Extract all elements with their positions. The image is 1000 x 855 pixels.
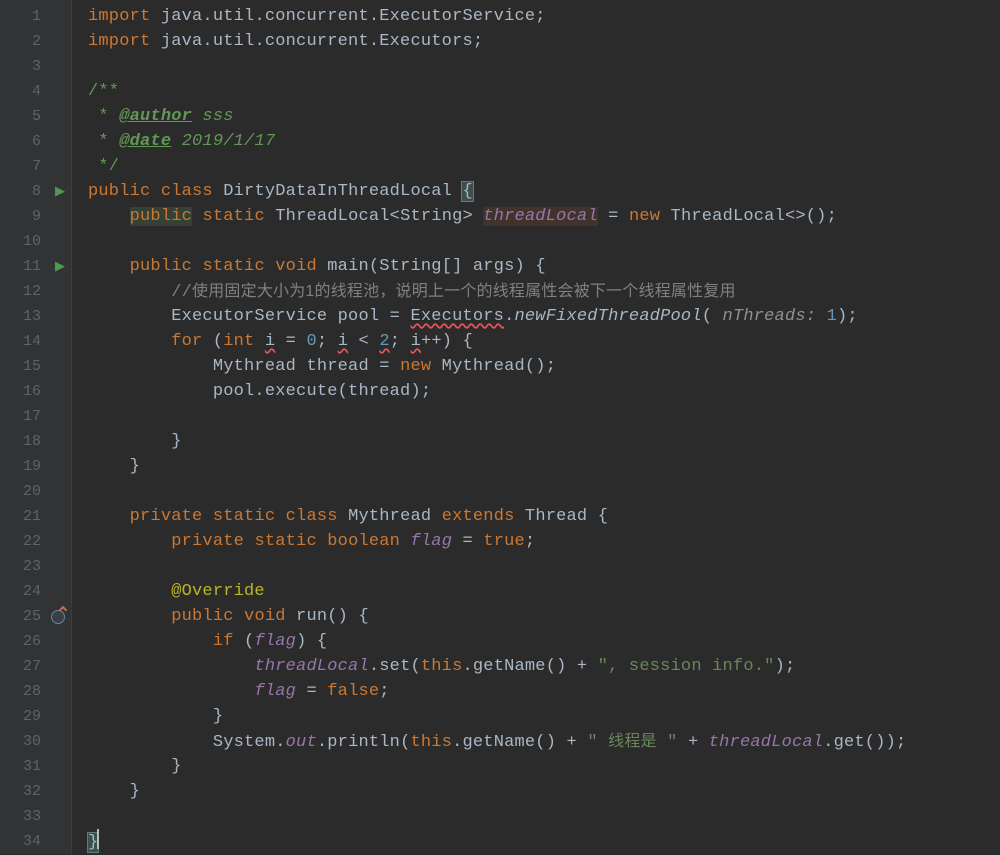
line-number[interactable]: 30 xyxy=(0,729,71,754)
code-line[interactable]: for (int i = 0; i < 2; i++) { xyxy=(88,329,1000,354)
line-number[interactable]: 3 xyxy=(0,54,71,79)
code-line[interactable]: threadLocal.set(this.getName() + ", sess… xyxy=(88,654,1000,679)
line-number[interactable]: 9 xyxy=(0,204,71,229)
line-number[interactable]: 15 xyxy=(0,354,71,379)
line-number[interactable]: 8▶ xyxy=(0,179,71,204)
line-number[interactable]: 17 xyxy=(0,404,71,429)
line-number[interactable]: 5 xyxy=(0,104,71,129)
line-number[interactable]: 11▶ xyxy=(0,254,71,279)
line-number[interactable]: 25 xyxy=(0,604,71,629)
code-line[interactable] xyxy=(88,554,1000,579)
code-line[interactable]: System.out.println(this.getName() + " 线程… xyxy=(88,729,1000,754)
line-number[interactable]: 33 xyxy=(0,804,71,829)
line-number[interactable]: 6 xyxy=(0,129,71,154)
code-line[interactable]: Mythread thread = new Mythread(); xyxy=(88,354,1000,379)
code-line[interactable] xyxy=(88,229,1000,254)
code-line[interactable]: */ xyxy=(88,154,1000,179)
line-number[interactable]: 32 xyxy=(0,779,71,804)
code-line[interactable]: pool.execute(thread); xyxy=(88,379,1000,404)
line-number[interactable]: 20 xyxy=(0,479,71,504)
code-line[interactable]: private static class Mythread extends Th… xyxy=(88,504,1000,529)
line-number[interactable]: 10 xyxy=(0,229,71,254)
code-line[interactable]: flag = false; xyxy=(88,679,1000,704)
line-number[interactable]: 31 xyxy=(0,754,71,779)
code-line[interactable] xyxy=(88,479,1000,504)
line-number[interactable]: 26 xyxy=(0,629,71,654)
code-line[interactable]: public class DirtyDataInThreadLocal { xyxy=(88,179,1000,204)
run-class-icon[interactable]: ▶ xyxy=(55,184,65,199)
code-line[interactable]: } xyxy=(88,454,1000,479)
code-line[interactable]: //使用固定大小为1的线程池，说明上一个的线程属性会被下一个线程属性复用 xyxy=(88,279,1000,304)
code-line[interactable]: import java.util.concurrent.ExecutorServ… xyxy=(88,4,1000,29)
line-number[interactable]: 16 xyxy=(0,379,71,404)
code-line[interactable]: * @author sss xyxy=(88,104,1000,129)
code-line[interactable]: } xyxy=(88,779,1000,804)
code-line[interactable]: private static boolean flag = true; xyxy=(88,529,1000,554)
code-line[interactable] xyxy=(88,804,1000,829)
code-line[interactable]: } xyxy=(88,754,1000,779)
line-number[interactable]: 19 xyxy=(0,454,71,479)
line-number[interactable]: 22 xyxy=(0,529,71,554)
line-number[interactable]: 18 xyxy=(0,429,71,454)
line-number[interactable]: 24 xyxy=(0,579,71,604)
line-number[interactable]: 23 xyxy=(0,554,71,579)
code-line[interactable] xyxy=(88,54,1000,79)
code-line[interactable]: } xyxy=(88,704,1000,729)
line-number[interactable]: 13 xyxy=(0,304,71,329)
line-number[interactable]: 34 xyxy=(0,829,71,854)
line-number[interactable]: 27 xyxy=(0,654,71,679)
line-number[interactable]: 28 xyxy=(0,679,71,704)
line-number[interactable]: 7 xyxy=(0,154,71,179)
override-icon[interactable] xyxy=(51,610,65,624)
line-number[interactable]: 4 xyxy=(0,79,71,104)
line-number[interactable]: 1 xyxy=(0,4,71,29)
line-number[interactable]: 29 xyxy=(0,704,71,729)
code-line[interactable]: /** xyxy=(88,79,1000,104)
code-line[interactable]: @Override xyxy=(88,579,1000,604)
code-line[interactable]: if (flag) { xyxy=(88,629,1000,654)
code-line[interactable]: public static ThreadLocal<String> thread… xyxy=(88,204,1000,229)
code-line[interactable]: } xyxy=(88,429,1000,454)
caret xyxy=(97,829,99,849)
line-number[interactable]: 21 xyxy=(0,504,71,529)
code-line[interactable]: } xyxy=(88,829,1000,854)
code-line[interactable]: public static void main(String[] args) { xyxy=(88,254,1000,279)
line-number[interactable]: 2 xyxy=(0,29,71,54)
line-number[interactable]: 12 xyxy=(0,279,71,304)
code-line[interactable]: import java.util.concurrent.Executors; xyxy=(88,29,1000,54)
gutter: 1 2 3 4 5 6 7 8▶ 9 10 11▶ 12 13 14 15 16… xyxy=(0,0,72,854)
code-line[interactable]: ExecutorService pool = Executors.newFixe… xyxy=(88,304,1000,329)
code-line[interactable]: * @date 2019/1/17 xyxy=(88,129,1000,154)
line-number[interactable]: 14 xyxy=(0,329,71,354)
run-main-icon[interactable]: ▶ xyxy=(55,259,65,274)
code-line[interactable] xyxy=(88,404,1000,429)
code-line[interactable]: public void run() { xyxy=(88,604,1000,629)
editor-area[interactable]: import java.util.concurrent.ExecutorServ… xyxy=(72,0,1000,854)
